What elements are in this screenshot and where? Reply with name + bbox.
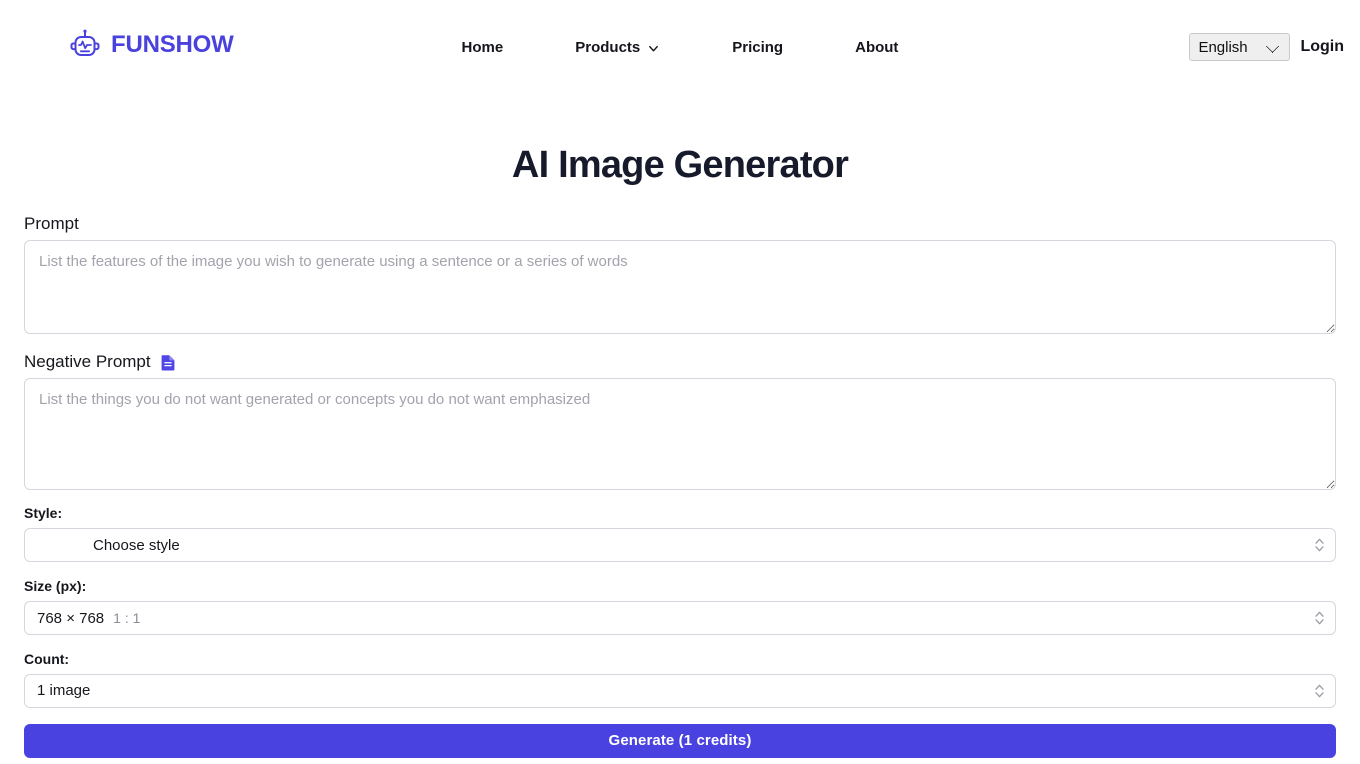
size-select-value: 768 × 768: [37, 609, 105, 627]
negative-prompt-label: Negative Prompt: [24, 352, 1336, 372]
style-select[interactable]: Choose style: [24, 528, 1336, 563]
negative-prompt-input[interactable]: [24, 378, 1336, 491]
header-actions: English Login: [1189, 33, 1344, 61]
count-select[interactable]: 1 image: [24, 673, 1336, 708]
nav-item-label: Pricing: [732, 39, 784, 56]
site-header: FUNSHOW Home Products Pricing About Engl…: [0, 0, 1360, 95]
count-select-wrapper: 1 image: [24, 673, 1336, 708]
chevron-down-icon: [649, 45, 659, 52]
nav-item-products[interactable]: Products: [539, 34, 696, 61]
language-select[interactable]: English: [1189, 33, 1291, 61]
nav-item-about[interactable]: About: [819, 34, 934, 61]
size-select-wrapper: 768 × 768 1 : 1: [24, 601, 1336, 636]
nav-item-label: About: [855, 39, 899, 56]
document-icon[interactable]: [160, 354, 176, 371]
prompt-input[interactable]: [24, 240, 1336, 335]
count-select-value: 1 image: [37, 682, 91, 700]
style-select-value: Choose style: [93, 536, 180, 554]
page-title: AI Image Generator: [511, 144, 849, 186]
size-label: Size (px):: [24, 578, 87, 595]
nav-item-label: Home: [461, 39, 504, 56]
generator-form: Prompt Negative Prompt Style: Choose sty…: [0, 214, 1360, 758]
main-nav: Home Products Pricing About: [0, 34, 1360, 61]
style-label: Style:: [24, 505, 63, 522]
nav-item-home[interactable]: Home: [426, 34, 540, 61]
generate-button[interactable]: Generate (1 credits): [24, 723, 1336, 758]
prompt-label-text: Prompt: [24, 213, 79, 233]
nav-item-label: Products: [575, 39, 641, 56]
size-aspect-ratio: 1 : 1: [113, 610, 141, 627]
count-label: Count:: [24, 651, 70, 668]
nav-item-pricing[interactable]: Pricing: [696, 34, 819, 61]
login-link[interactable]: Login: [1300, 38, 1344, 56]
prompt-label: Prompt: [24, 214, 1336, 234]
negative-prompt-label-text: Negative Prompt: [24, 352, 151, 372]
size-select[interactable]: 768 × 768 1 : 1: [24, 601, 1336, 636]
style-select-wrapper: Choose style: [24, 528, 1336, 563]
